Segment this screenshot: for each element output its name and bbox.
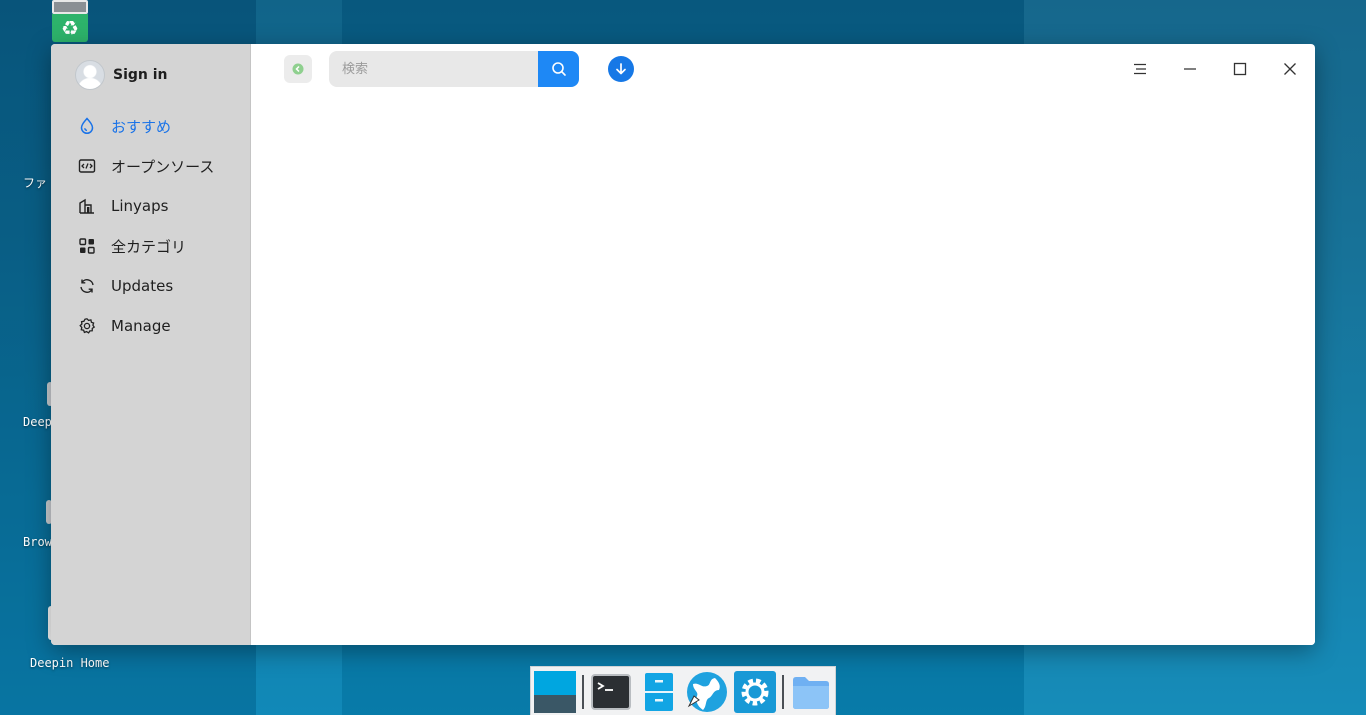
sidebar-item-label: Updates (111, 277, 174, 295)
terminal-icon (591, 674, 631, 710)
maximize-icon (1233, 62, 1247, 76)
dock-terminal[interactable] (589, 670, 633, 714)
file-manager-icon (645, 673, 673, 711)
close-button[interactable] (1277, 56, 1303, 82)
close-icon (1284, 63, 1296, 75)
app-store-window: Sign in おすすめ オープンソース Linyaps 全カテゴリ Updat… (51, 44, 1315, 645)
dock-multitasking[interactable] (533, 670, 577, 714)
trash-lid (52, 0, 88, 14)
dock-settings[interactable] (733, 670, 777, 714)
recycle-icon: ♻ (52, 14, 88, 42)
dock-browser[interactable] (685, 670, 729, 714)
sidebar-nav: おすすめ オープンソース Linyaps 全カテゴリ Updates Manag… (77, 106, 247, 346)
dock-separator (782, 675, 784, 709)
maximize-button[interactable] (1227, 56, 1253, 82)
toolbar (251, 44, 1315, 94)
sidebar-item-label: 全カテゴリ (111, 237, 187, 256)
avatar (75, 60, 105, 90)
sidebar-item-label: おすすめ (111, 117, 172, 136)
search-box (329, 51, 579, 87)
sidebar-item-updates[interactable]: Updates (77, 266, 247, 306)
grid-icon (77, 236, 97, 256)
dock (530, 666, 836, 715)
downloads-button[interactable] (608, 56, 634, 82)
search-input[interactable] (329, 51, 539, 87)
trash-desktop-icon[interactable]: ♻ (52, 0, 88, 42)
sidebar-item-manage[interactable]: Manage (77, 306, 247, 346)
settings-icon (734, 671, 776, 713)
refresh-icon (77, 276, 97, 296)
desktop-label-files[interactable]: ファ (23, 174, 47, 191)
building-icon (77, 196, 97, 216)
dock-folder[interactable] (789, 670, 833, 714)
sign-in-label: Sign in (113, 67, 168, 83)
droplet-icon (77, 116, 97, 136)
code-icon (77, 156, 97, 176)
main-content-area (251, 94, 1315, 645)
folder-icon (793, 677, 829, 709)
sign-in-button[interactable]: Sign in (75, 60, 168, 90)
menu-icon (1134, 63, 1146, 75)
search-icon (551, 62, 566, 76)
back-button[interactable] (284, 55, 312, 83)
browser-icon (687, 672, 727, 712)
minimize-button[interactable] (1177, 56, 1203, 82)
sidebar-item-label: オープンソース (111, 157, 215, 176)
back-arrow-icon (292, 63, 304, 75)
multitasking-icon (534, 671, 576, 713)
search-button[interactable] (538, 51, 579, 87)
dock-file-manager[interactable] (637, 670, 681, 714)
desktop-label-browser[interactable]: Brow (23, 535, 52, 549)
minimize-icon (1184, 68, 1196, 70)
desktop-label-deepin[interactable]: Deep (23, 415, 52, 429)
sidebar-item-all-categories[interactable]: 全カテゴリ (77, 226, 247, 266)
desktop-label-deepin-home[interactable]: Deepin Home (30, 656, 109, 670)
download-arrow-icon (616, 63, 626, 75)
sidebar: Sign in おすすめ オープンソース Linyaps 全カテゴリ Updat… (51, 44, 251, 645)
sidebar-item-recommended[interactable]: おすすめ (77, 106, 247, 146)
sidebar-item-label: Linyaps (111, 197, 169, 215)
dock-separator (582, 675, 584, 709)
sidebar-item-linyaps[interactable]: Linyaps (77, 186, 247, 226)
sidebar-item-label: Manage (111, 317, 171, 335)
gear-icon (77, 316, 97, 336)
main-menu-button[interactable] (1127, 56, 1153, 82)
sidebar-item-open-source[interactable]: オープンソース (77, 146, 247, 186)
